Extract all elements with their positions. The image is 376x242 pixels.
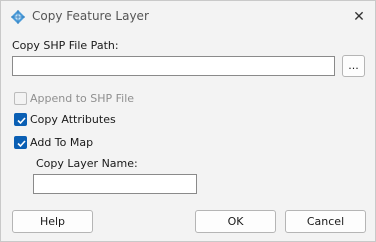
shp-path-input[interactable] — [12, 56, 335, 76]
check-icon[interactable] — [14, 136, 27, 149]
browse-button[interactable]: ... — [342, 55, 365, 77]
title-bar: Copy Feature Layer ✕ — [1, 1, 375, 33]
layer-name-label: Copy Layer Name: — [36, 157, 138, 170]
ok-button[interactable]: OK — [195, 210, 276, 233]
append-checkbox-box — [14, 92, 27, 105]
help-button[interactable]: Help — [12, 210, 93, 233]
add-to-map-label[interactable]: Add To Map — [30, 136, 93, 149]
append-checkbox-label: Append to SHP File — [30, 92, 135, 105]
shp-path-label: Copy SHP File Path: — [12, 39, 119, 52]
window-title: Copy Feature Layer — [32, 9, 149, 23]
copy-attributes-label[interactable]: Copy Attributes — [30, 113, 116, 126]
layer-name-input[interactable] — [33, 174, 197, 194]
check-icon[interactable] — [14, 113, 27, 126]
copy-feature-layer-dialog: Copy Feature Layer ✕ Copy SHP File Path:… — [0, 0, 376, 242]
feature-layer-icon — [10, 9, 26, 25]
close-icon[interactable]: ✕ — [351, 9, 367, 25]
cancel-button[interactable]: Cancel — [285, 210, 366, 233]
